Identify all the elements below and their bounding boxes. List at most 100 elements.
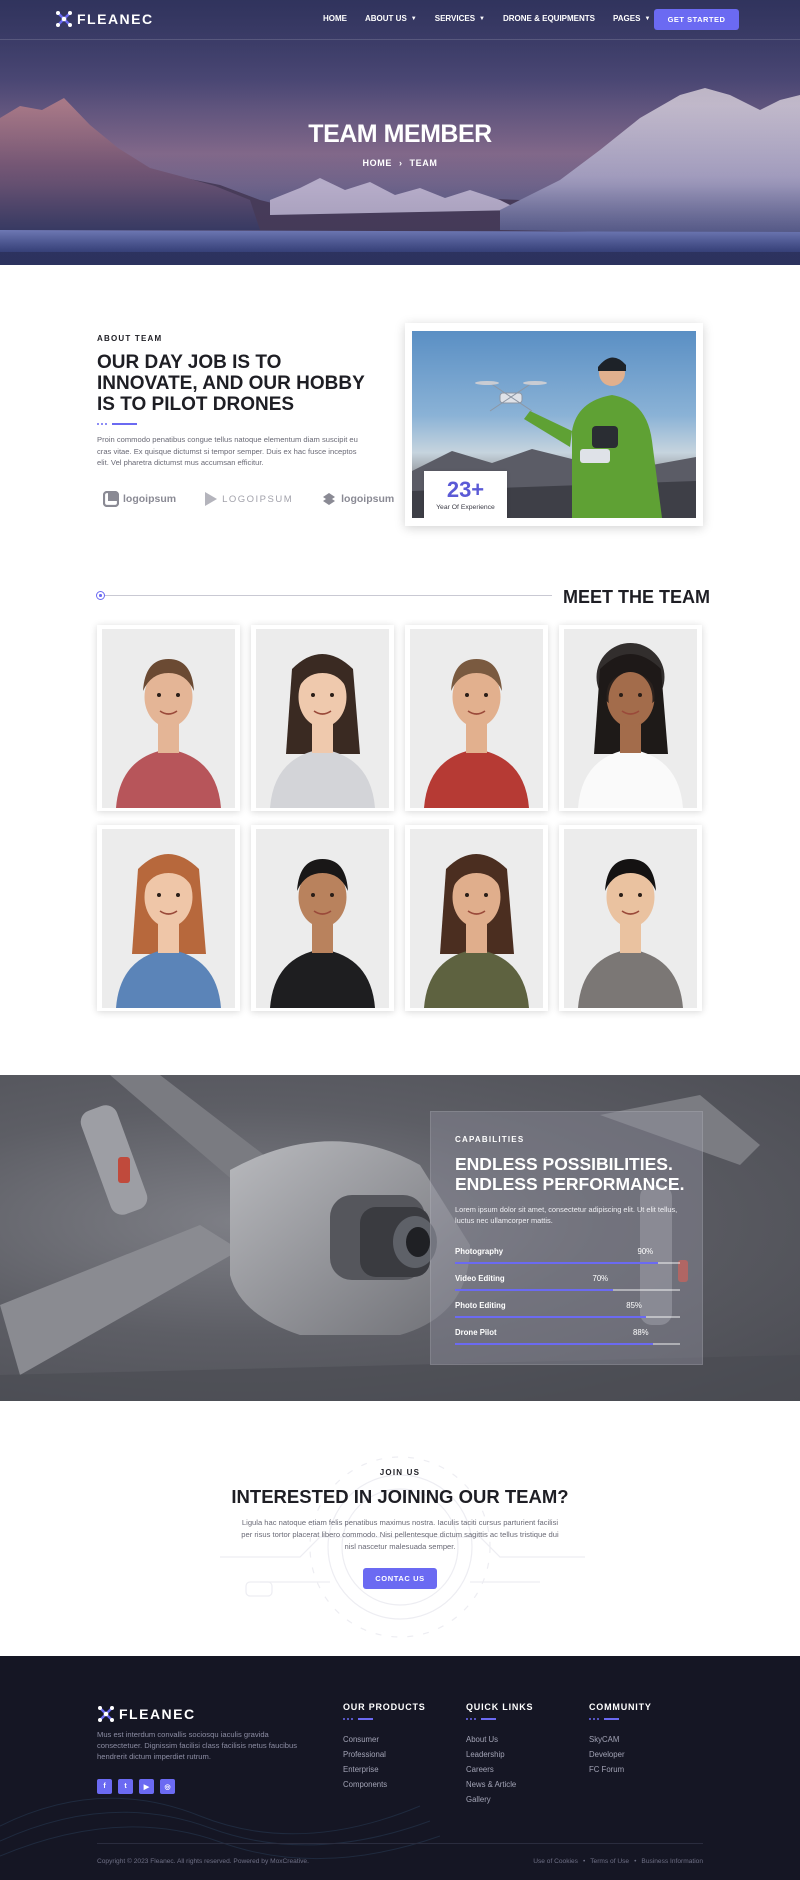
legal-link-terms[interactable]: Terms of Use xyxy=(590,1858,629,1865)
breadcrumb-current: TEAM xyxy=(409,158,438,168)
team-member-photo xyxy=(564,829,697,1008)
twitter-icon[interactable]: t xyxy=(118,1779,133,1794)
skill-video-editing: Video Editing 70% xyxy=(455,1274,680,1296)
top-navigation-bar: FLEANEC HOME ABOUT US ▼ SERVICES ▼ DRONE &… xyxy=(0,0,800,40)
footer-link[interactable]: Gallery xyxy=(466,1792,533,1807)
brand-name: FLEANEC xyxy=(77,11,154,27)
team-member-photo xyxy=(102,629,235,808)
about-text: Proin commodo penatibus congue tellus na… xyxy=(97,435,358,467)
footer-link[interactable]: Enterprise xyxy=(343,1762,426,1777)
target-dot-icon xyxy=(96,591,105,600)
footer-link[interactable]: About Us xyxy=(466,1732,533,1747)
legal-link-cookies[interactable]: Use of Cookies xyxy=(533,1858,578,1865)
nav-item-home[interactable]: HOME xyxy=(323,14,347,23)
footer-link[interactable]: News & Article xyxy=(466,1777,533,1792)
title-divider xyxy=(589,1718,652,1720)
footer-link[interactable]: Developer xyxy=(589,1747,652,1762)
skill-name: Photography xyxy=(455,1247,504,1256)
team-grid xyxy=(97,625,703,1011)
portrait-illustration xyxy=(578,643,683,808)
team-member-card[interactable] xyxy=(405,825,548,1011)
experience-number: 23+ xyxy=(446,477,485,502)
drone-pilot-photo: 23+ Year Of Experience xyxy=(412,331,696,518)
team-member-card[interactable] xyxy=(559,625,702,811)
capabilities-text: Lorem ipsum dolor sit amet, consectetur … xyxy=(455,1205,678,1225)
skill-progress-bar xyxy=(455,1343,653,1345)
title-divider xyxy=(466,1718,533,1720)
team-member-photo xyxy=(256,629,389,808)
team-member-card[interactable] xyxy=(97,625,240,811)
footer-column-quick-links: QUICK LINKS About Us Leadership Careers … xyxy=(466,1702,533,1807)
team-member-card[interactable] xyxy=(251,625,394,811)
skill-name: Drone Pilot xyxy=(455,1328,497,1337)
portrait-illustration xyxy=(270,654,375,808)
footer-column-title: OUR PRODUCTS xyxy=(343,1702,426,1712)
footer-link[interactable]: Careers xyxy=(466,1762,533,1777)
footer-link[interactable]: Consumer xyxy=(343,1732,426,1747)
about-eyebrow: ABOUT TEAM xyxy=(97,334,163,343)
skill-photography: Photography 90% xyxy=(455,1247,680,1269)
footer-about-text: Mus est interdum convallis sociosqu iacu… xyxy=(97,1730,298,1761)
experience-badge: 23+ Year Of Experience xyxy=(424,471,507,518)
team-member-photo xyxy=(410,629,543,808)
capabilities-section: CAPABILITIES ENDLESS POSSIBILITIES. ENDL… xyxy=(0,1075,800,1401)
nav-item-drone-equipments[interactable]: DRONE & EQUIPMENTS xyxy=(503,14,595,23)
nav-item-pages[interactable]: PAGES ▼ xyxy=(613,14,650,23)
footer-logo[interactable]: FLEANEC xyxy=(97,1705,196,1723)
skill-progress-bar xyxy=(455,1316,647,1318)
portrait-illustration xyxy=(424,659,529,808)
footer-link[interactable]: FC Forum xyxy=(589,1762,652,1777)
footer-link[interactable]: Professional xyxy=(343,1747,426,1762)
about-title: OUR DAY JOB IS TO INNOVATE, AND OUR HOBB… xyxy=(97,352,365,415)
join-eyebrow: JOIN US xyxy=(379,1468,421,1477)
skill-percent: 90% xyxy=(637,1247,654,1256)
skill-drone-pilot: Drone Pilot 88% xyxy=(455,1328,680,1350)
instagram-icon[interactable]: ◎ xyxy=(160,1779,175,1794)
team-member-card[interactable] xyxy=(405,625,548,811)
contact-us-button[interactable]: CONTAC US xyxy=(363,1568,437,1589)
skill-name: Photo Editing xyxy=(455,1301,506,1310)
footer-link[interactable]: SkyCAM xyxy=(589,1732,652,1747)
team-section-title: MEET THE TEAM xyxy=(563,587,710,607)
breadcrumb-home-link[interactable]: HOME xyxy=(363,158,392,168)
breadcrumb: HOME › TEAM xyxy=(0,158,800,168)
team-member-photo xyxy=(564,629,697,808)
portrait-illustration xyxy=(578,859,683,1008)
legal-separator: • xyxy=(582,1858,586,1865)
drone-logo-icon xyxy=(98,1706,114,1722)
portrait-illustration xyxy=(424,854,529,1008)
team-member-card[interactable] xyxy=(251,825,394,1011)
team-member-photo xyxy=(256,829,389,1008)
legal-link-business-info[interactable]: Business Information xyxy=(641,1858,703,1865)
portrait-illustration xyxy=(270,859,375,1008)
legal-separator: • xyxy=(634,1858,637,1865)
youtube-icon[interactable]: ▶ xyxy=(139,1779,154,1794)
nav-item-services[interactable]: SERVICES ▼ xyxy=(435,14,485,23)
drone-logo-icon xyxy=(56,11,72,27)
team-member-card[interactable] xyxy=(559,825,702,1011)
section-divider-line xyxy=(97,595,552,596)
get-started-button[interactable]: GET STARTED xyxy=(654,9,739,30)
breadcrumb-separator-icon: › xyxy=(398,158,403,168)
team-member-card[interactable] xyxy=(97,825,240,1011)
site-footer: FLEANEC Mus est interdum convallis socio… xyxy=(0,1656,800,1880)
partner-logo-1: logoipsum xyxy=(103,491,176,507)
facebook-icon[interactable]: f xyxy=(97,1779,112,1794)
hero-banner: FLEANEC HOME ABOUT US ▼ SERVICES ▼ DRONE &… xyxy=(0,0,800,265)
skill-percent: 70% xyxy=(592,1274,609,1283)
skill-progress-bar xyxy=(455,1289,613,1291)
brand-name: FLEANEC xyxy=(119,1706,196,1722)
capabilities-panel: CAPABILITIES ENDLESS POSSIBILITIES. ENDL… xyxy=(430,1111,703,1365)
footer-column-title: COMMUNITY xyxy=(589,1702,652,1712)
chevron-down-icon: ▼ xyxy=(479,15,485,22)
page-title: TEAM MEMBER xyxy=(308,120,492,148)
social-links: f t ▶ ◎ xyxy=(97,1779,175,1794)
team-member-photo xyxy=(410,829,543,1008)
skill-percent: 88% xyxy=(633,1328,649,1337)
footer-link[interactable]: Components xyxy=(343,1777,426,1792)
main-nav: HOME ABOUT US ▼ SERVICES ▼ DRONE & EQUIPME… xyxy=(323,14,650,23)
nav-item-about-us[interactable]: ABOUT US ▼ xyxy=(365,14,417,23)
site-logo[interactable]: FLEANEC xyxy=(55,10,154,28)
legal-links: Use of Cookies • Terms of Use • Business… xyxy=(533,1858,703,1865)
footer-link[interactable]: Leadership xyxy=(466,1747,533,1762)
